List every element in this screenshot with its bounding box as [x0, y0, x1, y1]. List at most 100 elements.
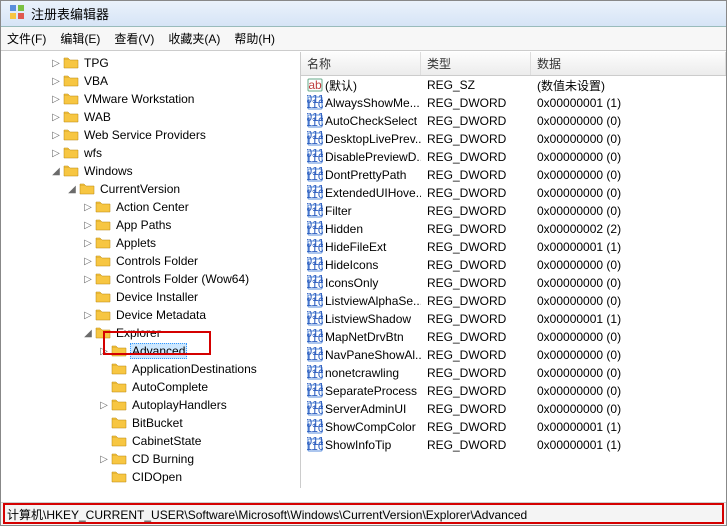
list-row[interactable]: 011110ExtendedUIHove...REG_DWORD0x000000… [301, 184, 726, 202]
expander-closed-icon[interactable]: ▷ [49, 74, 63, 88]
expander-closed-icon[interactable]: ▷ [81, 200, 95, 214]
list-row[interactable]: 011110nonetcrawlingREG_DWORD0x00000000 (… [301, 364, 726, 382]
tree-item[interactable]: ▷AutoplayHandlers [1, 396, 300, 414]
menu-edit[interactable]: 编辑(E) [60, 30, 100, 47]
list-row[interactable]: ab(默认)REG_SZ(数值未设置) [301, 76, 726, 94]
value-data: 0x00000000 (0) [531, 402, 726, 416]
tree-item[interactable]: CIDOpen [1, 468, 300, 486]
value-name: ExtendedUIHove... [325, 186, 421, 200]
folder-icon [111, 344, 127, 358]
tree-item[interactable]: ▷wfs [1, 144, 300, 162]
tree-item[interactable]: ▷Web Service Providers [1, 126, 300, 144]
value-data: 0x00000000 (0) [531, 384, 726, 398]
tree-item[interactable]: ▷WAB [1, 108, 300, 126]
value-type: REG_DWORD [421, 96, 531, 110]
value-name: DontPrettyPath [325, 168, 406, 182]
value-type: REG_DWORD [421, 240, 531, 254]
expander-closed-icon[interactable]: ▷ [49, 56, 63, 70]
folder-icon [63, 92, 79, 106]
expander-closed-icon[interactable]: ▷ [81, 236, 95, 250]
tree-item[interactable]: ▷VBA [1, 72, 300, 90]
tree-item[interactable]: ▷Controls Folder (Wow64) [1, 270, 300, 288]
tree-item[interactable]: ▷Applets [1, 234, 300, 252]
list-row[interactable]: 011110FilterREG_DWORD0x00000000 (0) [301, 202, 726, 220]
tree-item[interactable]: ▷TPG [1, 54, 300, 72]
list-row[interactable]: 011110ShowInfoTipREG_DWORD0x00000001 (1) [301, 436, 726, 454]
list-row[interactable]: 011110ListviewAlphaSe...REG_DWORD0x00000… [301, 292, 726, 310]
list-row[interactable]: 011110MapNetDrvBtnREG_DWORD0x00000000 (0… [301, 328, 726, 346]
tree-item[interactable]: ▷CD Burning [1, 450, 300, 468]
svg-text:110: 110 [307, 97, 323, 111]
expander-closed-icon[interactable]: ▷ [97, 398, 111, 412]
list-row[interactable]: 011110DesktopLivePrev...REG_DWORD0x00000… [301, 130, 726, 148]
tree-item[interactable]: AutoComplete [1, 378, 300, 396]
expander-closed-icon[interactable]: ▷ [81, 308, 95, 322]
list-row[interactable]: 011110IconsOnlyREG_DWORD0x00000000 (0) [301, 274, 726, 292]
svg-text:110: 110 [307, 331, 323, 345]
svg-text:110: 110 [307, 277, 323, 291]
tree-item[interactable]: ◢Explorer [1, 324, 300, 342]
tree-item[interactable]: ◢CurrentVersion [1, 180, 300, 198]
menu-file[interactable]: 文件(F) [7, 30, 46, 47]
menu-favorites[interactable]: 收藏夹(A) [168, 30, 220, 47]
expander-closed-icon[interactable]: ▷ [49, 128, 63, 142]
expander-open-icon[interactable]: ◢ [65, 182, 79, 196]
tree-item[interactable]: BitBucket [1, 414, 300, 432]
value-data: 0x00000001 (1) [531, 438, 726, 452]
list-row[interactable]: 011110HideIconsREG_DWORD0x00000000 (0) [301, 256, 726, 274]
list-row[interactable]: 011110NavPaneShowAl...REG_DWORD0x0000000… [301, 346, 726, 364]
list-row[interactable]: 011110DisablePreviewD...REG_DWORD0x00000… [301, 148, 726, 166]
tree-item[interactable]: ▷App Paths [1, 216, 300, 234]
tree-item[interactable]: ▷Action Center [1, 198, 300, 216]
menu-bar: 文件(F) 编辑(E) 查看(V) 收藏夹(A) 帮助(H) [1, 27, 726, 51]
col-header-data[interactable]: 数据 [531, 52, 726, 75]
value-name: SeparateProcess [325, 384, 417, 398]
list-header: 名称 类型 数据 [301, 52, 726, 76]
value-type: REG_DWORD [421, 222, 531, 236]
tree-item[interactable]: ApplicationDestinations [1, 360, 300, 378]
value-data: 0x00000000 (0) [531, 168, 726, 182]
tree-pane[interactable]: ▷TPG▷VBA▷VMware Workstation▷WAB▷Web Serv… [1, 52, 301, 488]
tree-item[interactable]: CabinetState [1, 432, 300, 450]
reg-binary-icon: 011110 [307, 257, 323, 273]
expander-open-icon[interactable]: ◢ [81, 326, 95, 340]
list-row[interactable]: 011110DontPrettyPathREG_DWORD0x00000000 … [301, 166, 726, 184]
folder-icon [95, 200, 111, 214]
tree-item[interactable]: ◢Windows [1, 162, 300, 180]
value-data: 0x00000000 (0) [531, 186, 726, 200]
value-data: 0x00000000 (0) [531, 132, 726, 146]
col-header-type[interactable]: 类型 [421, 52, 531, 75]
col-header-name[interactable]: 名称 [301, 52, 421, 75]
list-row[interactable]: 011110ServerAdminUIREG_DWORD0x00000000 (… [301, 400, 726, 418]
expander-closed-icon[interactable]: ▷ [81, 218, 95, 232]
tree-item[interactable]: ▷Advanced [1, 342, 300, 360]
value-name: ListviewShadow [325, 312, 411, 326]
list-row[interactable]: 011110ShowCompColorREG_DWORD0x00000001 (… [301, 418, 726, 436]
expander-closed-icon[interactable]: ▷ [49, 110, 63, 124]
value-name: IconsOnly [325, 276, 378, 290]
list-row[interactable]: 011110HideFileExtREG_DWORD0x00000001 (1) [301, 238, 726, 256]
list-row[interactable]: 011110ListviewShadowREG_DWORD0x00000001 … [301, 310, 726, 328]
list-row[interactable]: 011110AutoCheckSelectREG_DWORD0x00000000… [301, 112, 726, 130]
expander-closed-icon[interactable]: ▷ [49, 92, 63, 106]
tree-item[interactable]: Device Installer [1, 288, 300, 306]
list-row[interactable]: 011110HiddenREG_DWORD0x00000002 (2) [301, 220, 726, 238]
menu-view[interactable]: 查看(V) [114, 30, 154, 47]
reg-binary-icon: 011110 [307, 113, 323, 129]
svg-text:110: 110 [307, 241, 323, 255]
expander-closed-icon[interactable]: ▷ [81, 254, 95, 268]
tree-item[interactable]: ▷Device Metadata [1, 306, 300, 324]
expander-closed-icon[interactable]: ▷ [49, 146, 63, 160]
expander-closed-icon[interactable]: ▷ [97, 344, 111, 358]
value-type: REG_DWORD [421, 150, 531, 164]
tree-item[interactable]: ▷VMware Workstation [1, 90, 300, 108]
list-row[interactable]: 011110AlwaysShowMe...REG_DWORD0x00000001… [301, 94, 726, 112]
tree-item[interactable]: ▷Controls Folder [1, 252, 300, 270]
expander-closed-icon[interactable]: ▷ [81, 272, 95, 286]
expander-open-icon[interactable]: ◢ [49, 164, 63, 178]
svg-text:110: 110 [307, 295, 323, 309]
list-row[interactable]: 011110SeparateProcessREG_DWORD0x00000000… [301, 382, 726, 400]
menu-help[interactable]: 帮助(H) [234, 30, 275, 47]
list-pane[interactable]: 名称 类型 数据 ab(默认)REG_SZ(数值未设置)011110Always… [301, 52, 726, 454]
expander-closed-icon[interactable]: ▷ [97, 452, 111, 466]
